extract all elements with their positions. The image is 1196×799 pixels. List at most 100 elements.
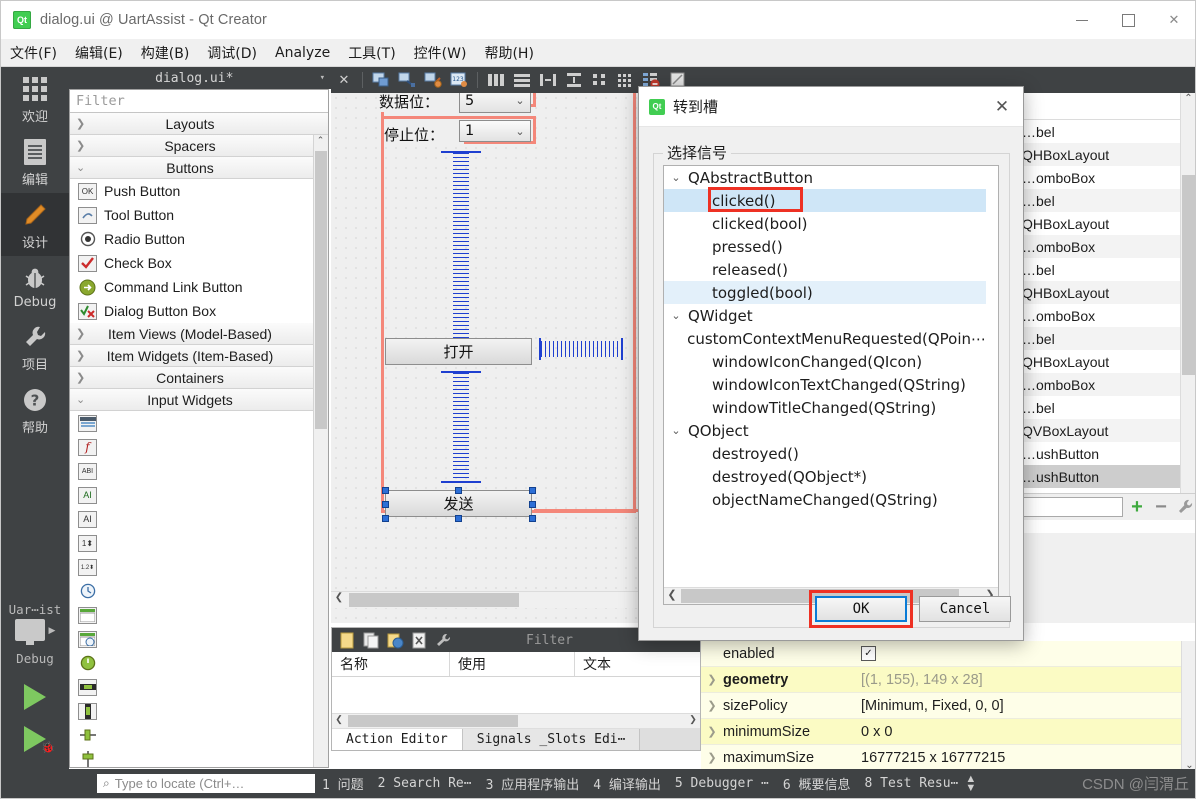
column-header-name[interactable]: 名称 bbox=[332, 652, 450, 676]
widget-item-radio-button[interactable]: Radio Button bbox=[70, 227, 328, 251]
object-row[interactable]: …omboBox bbox=[1020, 166, 1195, 189]
property-value[interactable]: 0 x 0 bbox=[857, 724, 1195, 740]
widget-item-vertical-scroll-bar[interactable] bbox=[70, 699, 328, 723]
sidebar-item-design[interactable]: 设计 bbox=[1, 193, 69, 256]
object-row[interactable]: …omboBox bbox=[1020, 235, 1195, 258]
paste-icon[interactable] bbox=[384, 630, 406, 650]
resize-handle-tm[interactable] bbox=[455, 487, 462, 494]
object-row[interactable]: QHBoxLayout bbox=[1020, 281, 1195, 304]
editor-tab-filename[interactable]: dialog.ui* bbox=[69, 71, 320, 86]
form-button-send[interactable]: 发送 bbox=[385, 490, 532, 517]
new-action-icon[interactable] bbox=[336, 630, 358, 650]
scrollbar-thumb[interactable] bbox=[348, 715, 518, 727]
output-tab-summary[interactable]: 6 概要信息 bbox=[776, 774, 858, 793]
widget-item-combo-box[interactable] bbox=[70, 411, 328, 435]
configure-icon[interactable] bbox=[432, 630, 454, 650]
locator-input[interactable]: ⌕ Type to locate (Ctrl+… bbox=[97, 774, 315, 793]
edit-signals-slots-icon[interactable] bbox=[396, 70, 418, 90]
widget-item-text-edit[interactable]: AI bbox=[70, 483, 328, 507]
edit-buddies-icon[interactable] bbox=[422, 70, 444, 90]
menu-edit[interactable]: 编辑(E) bbox=[66, 40, 132, 66]
chevron-right-icon[interactable]: ❯ bbox=[701, 751, 723, 764]
tab-close-icon[interactable]: ✕ bbox=[333, 70, 355, 90]
delete-icon[interactable] bbox=[408, 630, 430, 650]
resize-handle-bl[interactable] bbox=[382, 515, 389, 522]
form-combo-stopbits[interactable]: 1 ⌄ bbox=[459, 120, 531, 142]
scroll-left-icon[interactable]: ❮ bbox=[331, 592, 347, 603]
tab-signals-slots-editor[interactable]: Signals _Slots Edi⋯ bbox=[462, 729, 641, 750]
dialog-close-button[interactable]: ✕ bbox=[981, 88, 1023, 126]
widget-item-line-edit[interactable]: ABI bbox=[70, 459, 328, 483]
sidebar-item-help[interactable]: ? 帮助 bbox=[1, 378, 69, 441]
object-row[interactable]: …bel bbox=[1020, 120, 1195, 143]
object-row[interactable]: QHBoxLayout bbox=[1020, 212, 1195, 235]
layout-vertical-icon[interactable] bbox=[511, 70, 533, 90]
layout-splitter-v-icon[interactable] bbox=[563, 70, 585, 90]
cancel-button[interactable]: Cancel bbox=[919, 596, 1011, 622]
widget-item-font-combo-box[interactable]: f bbox=[70, 435, 328, 459]
widget-item-horizontal-scroll-bar[interactable] bbox=[70, 675, 328, 699]
run-button[interactable] bbox=[1, 684, 69, 710]
form-label-databits[interactable]: 数据位： bbox=[379, 93, 459, 112]
object-row[interactable]: …bel bbox=[1020, 258, 1195, 281]
tree-item-windowtitlechanged[interactable]: windowTitleChanged(QString) bbox=[664, 396, 986, 419]
object-name-input[interactable] bbox=[1021, 497, 1123, 517]
chevron-down-icon[interactable]: ⌄ bbox=[664, 171, 688, 184]
widget-item-push-button[interactable]: OK Push Button bbox=[70, 179, 328, 203]
widget-category-item-views[interactable]: ❯ Item Views (Model-Based) bbox=[70, 323, 328, 345]
form-vertical-spacer-2[interactable] bbox=[441, 371, 481, 483]
tree-item-destroyed[interactable]: destroyed() bbox=[664, 442, 986, 465]
object-row[interactable]: …bel bbox=[1020, 189, 1195, 212]
widget-category-layouts[interactable]: ❯ Layouts bbox=[70, 113, 328, 135]
tree-item-pressed[interactable]: pressed() bbox=[664, 235, 986, 258]
widget-item-double-spin-box[interactable]: 1.2⬍ bbox=[70, 555, 328, 579]
object-inspector-scrollbar[interactable]: ⌃ ⌄ bbox=[1180, 93, 1195, 511]
widget-item-dial[interactable] bbox=[70, 651, 328, 675]
object-row[interactable]: …bel bbox=[1020, 396, 1195, 419]
scroll-up-icon[interactable]: ⌃ bbox=[1181, 93, 1195, 109]
output-tab-issues[interactable]: 1 问题 bbox=[315, 774, 371, 793]
resize-handle-br[interactable] bbox=[529, 515, 536, 522]
menu-debug[interactable]: 调试(D) bbox=[198, 40, 266, 66]
form-label-stopbits[interactable]: 停止位： bbox=[384, 124, 464, 145]
property-row-sizePolicy[interactable]: ❯ sizePolicy [Minimum, Fixed, 0, 0] bbox=[701, 693, 1195, 719]
widget-category-buttons[interactable]: ⌄ Buttons bbox=[70, 157, 328, 179]
menu-build[interactable]: 构建(B) bbox=[132, 40, 199, 66]
object-row[interactable]: QVBoxLayout bbox=[1020, 419, 1195, 442]
sidebar-item-edit[interactable]: 编辑 bbox=[1, 130, 69, 193]
chevron-down-icon[interactable]: ⌄ bbox=[664, 424, 688, 437]
tree-group-qwidget[interactable]: ⌄ QWidget bbox=[664, 304, 986, 327]
tree-item-released[interactable]: released() bbox=[664, 258, 986, 281]
tree-item-windowicontextchanged[interactable]: windowIconTextChanged(QString) bbox=[664, 373, 986, 396]
output-tab-test-results[interactable]: 8 Test Resu⋯ bbox=[857, 776, 965, 791]
resize-handle-mr[interactable] bbox=[529, 501, 536, 508]
copy-icon[interactable] bbox=[360, 630, 382, 650]
widget-box-scrollbar[interactable]: ⌃ ⌄ bbox=[313, 135, 328, 767]
scrollbar-thumb[interactable] bbox=[315, 151, 327, 429]
scroll-up-icon[interactable]: ⌃ bbox=[314, 135, 327, 149]
output-pane-toggle[interactable]: ▲ ▼ bbox=[965, 773, 976, 793]
scrollbar-thumb[interactable] bbox=[349, 593, 519, 607]
column-header-used[interactable]: 使用 bbox=[450, 652, 575, 676]
menu-help[interactable]: 帮助(H) bbox=[475, 40, 542, 66]
scroll-left-icon[interactable]: ❮ bbox=[332, 714, 346, 727]
widget-item-tool-button[interactable]: Tool Button bbox=[70, 203, 328, 227]
tab-action-editor[interactable]: Action Editor bbox=[332, 729, 463, 750]
form-horizontal-spacer[interactable] bbox=[539, 338, 623, 360]
object-row[interactable]: …omboBox bbox=[1020, 304, 1195, 327]
sidebar-item-welcome[interactable]: 欢迎 bbox=[1, 67, 69, 130]
widget-item-check-box[interactable]: Check Box bbox=[70, 251, 328, 275]
widget-category-spacers[interactable]: ❯ Spacers bbox=[70, 135, 328, 157]
close-button[interactable]: ✕ bbox=[1151, 1, 1195, 39]
tree-item-customcontextmenurequested[interactable]: customContextMenuRequested(QPoin⋯ bbox=[664, 327, 986, 350]
property-editor-scrollbar[interactable]: ⌄ bbox=[1181, 641, 1195, 771]
property-value[interactable]: [(1, 155), 149 x 28] bbox=[857, 672, 1195, 688]
chevron-down-icon[interactable]: ▾ bbox=[320, 73, 331, 83]
widget-item-command-link-button[interactable]: Command Link Button bbox=[70, 275, 328, 299]
widget-category-input-widgets[interactable]: ⌄ Input Widgets bbox=[70, 389, 328, 411]
menu-tools[interactable]: 工具(T) bbox=[339, 40, 404, 66]
resize-handle-tl[interactable] bbox=[382, 487, 389, 494]
output-tab-debugger[interactable]: 5 Debugger ⋯ bbox=[668, 776, 776, 791]
scrollbar-thumb[interactable] bbox=[1182, 175, 1195, 375]
menu-widgets[interactable]: 控件(W) bbox=[405, 40, 476, 66]
